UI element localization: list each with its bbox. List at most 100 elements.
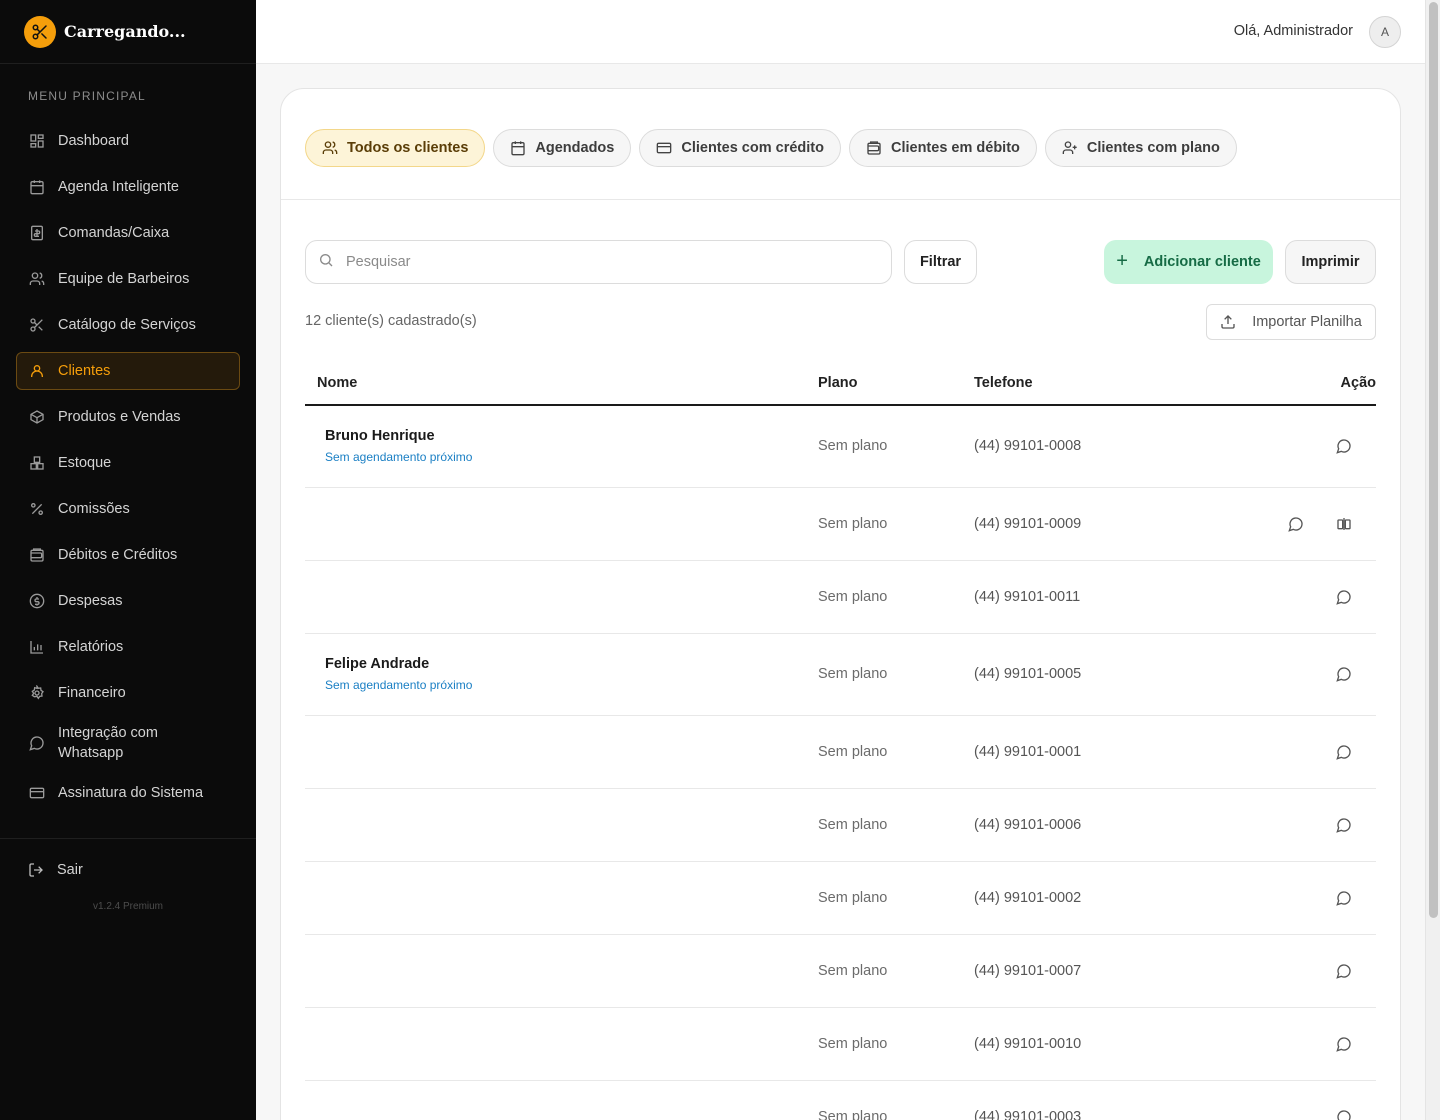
- client-phone: (44) 99101-0010: [974, 1036, 1082, 1052]
- gear-icon: [29, 685, 45, 701]
- sidebar-item-despesas[interactable]: Despesas: [16, 582, 240, 620]
- table-row[interactable]: Sem plano (44) 99101-0002: [305, 862, 1376, 935]
- sidebar-item-produtos[interactable]: Produtos e Vendas: [16, 398, 240, 436]
- tab-clientes-plano[interactable]: Clientes com plano: [1044, 129, 1237, 167]
- sidebar-item-agenda[interactable]: Agenda Inteligente: [16, 168, 240, 206]
- print-button[interactable]: Imprimir: [1285, 240, 1376, 284]
- client-phone: (44) 99101-0002: [974, 890, 1082, 906]
- whatsapp-message-icon[interactable]: [1335, 1035, 1353, 1053]
- whatsapp-message-icon[interactable]: [1287, 515, 1305, 533]
- user-icon: [29, 363, 45, 379]
- tab-clientes-debito[interactable]: Clientes em débito: [848, 129, 1037, 167]
- sidebar-item-comissoes[interactable]: Comissões: [16, 490, 240, 528]
- client-phone: (44) 99101-0007: [974, 963, 1082, 979]
- tab-agendados[interactable]: Agendados: [493, 129, 632, 167]
- import-label: Importar Planilha: [1252, 314, 1362, 330]
- column-header-plan[interactable]: Plano: [818, 375, 857, 391]
- client-plan: Sem plano: [818, 817, 888, 833]
- sidebar-item-label: Relatórios: [58, 639, 124, 655]
- column-header-phone[interactable]: Telefone: [974, 375, 1033, 391]
- sidebar-item-equipe[interactable]: Equipe de Barbeiros: [16, 260, 240, 298]
- menu-section-label: MENU PRINCIPAL: [28, 89, 146, 103]
- page-scrollbar[interactable]: [1425, 0, 1440, 1120]
- client-name[interactable]: Felipe Andrade: [325, 656, 472, 672]
- clients-toolbar: Filtrar + Adicionar cliente Imprimir 12 …: [281, 200, 1400, 340]
- whatsapp-message-icon[interactable]: [1335, 665, 1353, 683]
- credit-card-icon: [656, 140, 672, 156]
- table-row[interactable]: Sem plano (44) 99101-0001: [305, 716, 1376, 789]
- tab-label: Clientes com plano: [1086, 140, 1220, 156]
- dollar-icon: [29, 593, 45, 609]
- whatsapp-message-icon[interactable]: [1335, 1108, 1353, 1120]
- users-icon: [29, 271, 45, 287]
- tab-todos-clientes[interactable]: Todos os clientes: [305, 129, 486, 167]
- sidebar-item-label: Produtos e Vendas: [58, 409, 181, 425]
- client-phone: (44) 99101-0003: [974, 1109, 1082, 1120]
- client-name-cell: Bruno Henrique Sem agendamento próximo: [325, 428, 472, 464]
- table-row[interactable]: Sem plano (44) 99101-0007: [305, 935, 1376, 1008]
- logout-button[interactable]: Sair: [28, 862, 83, 878]
- sidebar-item-label: Comissões: [58, 501, 130, 517]
- sidebar-item-comandas[interactable]: Comandas/Caixa: [16, 214, 240, 252]
- tab-label: Clientes em débito: [890, 140, 1020, 156]
- user-plus-icon: [1062, 140, 1078, 156]
- client-phone: (44) 99101-0001: [974, 744, 1082, 760]
- sidebar-item-label: Débitos e Créditos: [58, 547, 178, 563]
- avatar[interactable]: A: [1369, 16, 1401, 48]
- table-row[interactable]: Sem plano (44) 99101-0011: [305, 561, 1376, 634]
- sidebar-item-label: Agenda Inteligente: [58, 179, 179, 195]
- scrollbar-thumb[interactable]: [1429, 2, 1438, 918]
- import-spreadsheet-button[interactable]: Importar Planilha: [1206, 304, 1376, 340]
- sidebar-item-financeiro[interactable]: Financeiro: [16, 674, 240, 712]
- table-row[interactable]: Sem plano (44) 99101-0003: [305, 1081, 1376, 1120]
- logout-label: Sair: [57, 862, 83, 878]
- sidebar-item-whatsapp[interactable]: Integração com Whatsapp: [16, 720, 240, 766]
- stock-icon: [29, 455, 45, 471]
- client-phone: (44) 99101-0005: [974, 666, 1082, 682]
- whatsapp-message-icon[interactable]: [1335, 588, 1353, 606]
- filter-button[interactable]: Filtrar: [904, 240, 977, 284]
- add-client-button[interactable]: + Adicionar cliente: [1104, 240, 1273, 284]
- whatsapp-message-icon[interactable]: [1335, 437, 1353, 455]
- merge-client-icon[interactable]: [1335, 515, 1353, 533]
- sidebar-item-label: Integração com Whatsapp: [58, 725, 158, 761]
- chat-icon: [29, 735, 45, 751]
- table-row[interactable]: Sem plano (44) 99101-0010: [305, 1008, 1376, 1081]
- table-row[interactable]: Sem plano (44) 99101-0006: [305, 789, 1376, 862]
- sidebar-item-catalogo[interactable]: Catálogo de Serviços: [16, 306, 240, 344]
- brand[interactable]: Carregando...: [0, 0, 256, 64]
- topbar: Olá, Administrador A: [256, 0, 1425, 64]
- sidebar-item-assinatura[interactable]: Assinatura do Sistema: [16, 774, 240, 812]
- tab-clientes-credito[interactable]: Clientes com crédito: [639, 129, 841, 167]
- client-phone: (44) 99101-0009: [974, 516, 1082, 532]
- plus-icon: +: [1116, 249, 1128, 272]
- wallet-icon: [866, 140, 882, 156]
- sidebar-item-clientes[interactable]: Clientes: [16, 352, 240, 390]
- sidebar-item-dashboard[interactable]: Dashboard: [16, 122, 240, 160]
- chart-icon: [29, 639, 45, 655]
- sidebar-divider: [0, 838, 256, 839]
- table-row[interactable]: Sem plano (44) 99101-0009: [305, 488, 1376, 561]
- client-plan: Sem plano: [818, 1036, 888, 1052]
- whatsapp-message-icon[interactable]: [1335, 889, 1353, 907]
- greeting-text: Olá, Administrador: [1233, 23, 1353, 39]
- sidebar-item-debitos[interactable]: Débitos e Créditos: [16, 536, 240, 574]
- whatsapp-message-icon[interactable]: [1335, 816, 1353, 834]
- sidebar-item-relatorios[interactable]: Relatórios: [16, 628, 240, 666]
- client-filter-tabs: Todos os clientes Agendados Clientes com…: [281, 89, 1400, 200]
- search-input[interactable]: [346, 254, 846, 270]
- whatsapp-message-icon[interactable]: [1335, 962, 1353, 980]
- client-plan: Sem plano: [818, 666, 888, 682]
- client-name[interactable]: Bruno Henrique: [325, 428, 472, 444]
- dashboard-icon: [29, 133, 45, 149]
- tab-label: Todos os clientes: [347, 140, 469, 156]
- table-row[interactable]: Bruno Henrique Sem agendamento próximo S…: [305, 406, 1376, 488]
- client-phone: (44) 99101-0006: [974, 817, 1082, 833]
- table-row[interactable]: Felipe Andrade Sem agendamento próximo S…: [305, 634, 1376, 716]
- tab-label: Clientes com crédito: [681, 140, 824, 156]
- whatsapp-message-icon[interactable]: [1335, 743, 1353, 761]
- sidebar-item-label: Assinatura do Sistema: [58, 785, 204, 801]
- clients-card: Todos os clientes Agendados Clientes com…: [280, 88, 1401, 1120]
- sidebar-item-estoque[interactable]: Estoque: [16, 444, 240, 482]
- column-header-name[interactable]: Nome: [317, 375, 357, 391]
